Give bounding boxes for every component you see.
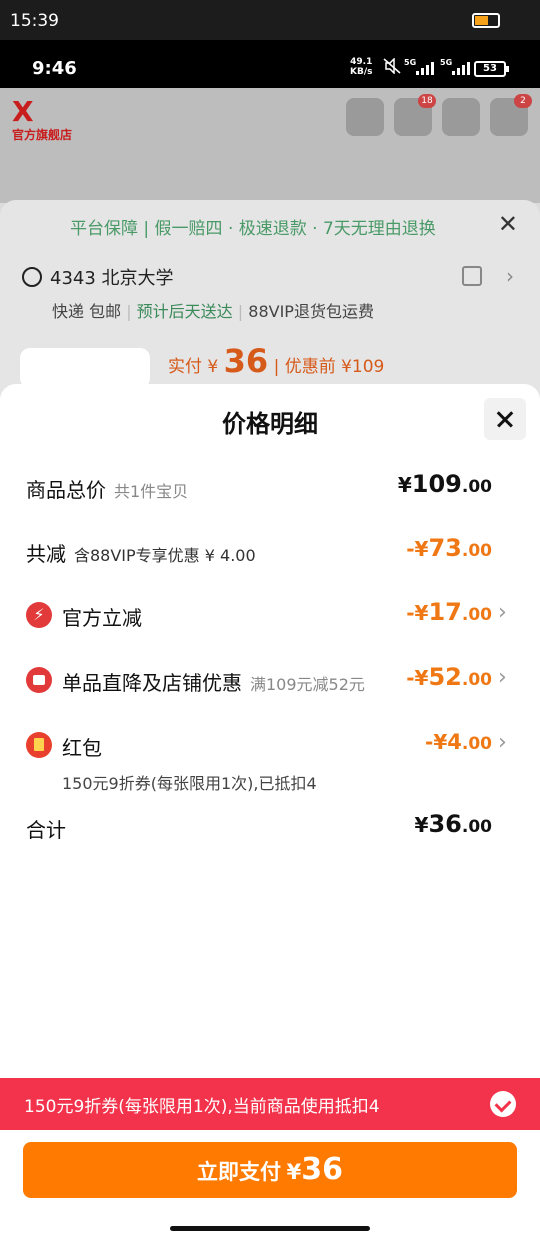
reduction-amount: -¥73.00 xyxy=(406,534,492,562)
location-pin-icon xyxy=(22,267,42,287)
shipping-method: 快递 包邮 xyxy=(52,302,122,321)
sim2-label: 5G xyxy=(440,58,453,67)
chevron-right-icon: › xyxy=(498,665,507,690)
speed-unit: KB/s xyxy=(350,67,373,77)
amount-dec: .00 xyxy=(461,605,492,625)
currency: -¥ xyxy=(406,666,429,690)
share-icon[interactable] xyxy=(346,98,384,136)
currency: ¥ xyxy=(414,813,429,837)
amount-dec: .00 xyxy=(461,817,492,837)
address-text: 4343 北京大学 xyxy=(50,268,174,289)
amount-dec: .00 xyxy=(461,670,492,690)
cart-badge: 18 xyxy=(418,94,436,108)
network-speed: 49.1 KB/s xyxy=(350,57,372,77)
currency: -¥ xyxy=(406,601,429,625)
outer-clock: 15:39 xyxy=(10,11,59,31)
red-packet-label: 红包 xyxy=(62,736,102,760)
top-action-icons: 18 2 xyxy=(346,94,532,136)
coupon-banner[interactable]: 150元9折券(每张限用1次),当前商品使用抵扣4 xyxy=(0,1078,540,1130)
home-indicator[interactable] xyxy=(170,1226,370,1231)
amount-dec: .00 xyxy=(461,734,492,754)
mute-icon xyxy=(383,58,401,74)
row-label: 共减 含88VIP专享优惠 ¥ 4.00 xyxy=(26,538,256,567)
total-sub: 共1件宝贝 xyxy=(114,482,189,501)
shipping-info: 快递 包邮 | 预计后天送达 | 88VIP退货包运费 xyxy=(52,302,374,321)
store-discount-amount: -¥52.00 xyxy=(406,663,492,691)
amount-int: 4 xyxy=(447,730,462,754)
red-packet-icon xyxy=(26,732,52,758)
product-thumbnail xyxy=(20,348,150,388)
currency: -¥ xyxy=(425,730,448,754)
sim1-label: 5G xyxy=(404,58,417,67)
total-amount: ¥109.00 xyxy=(398,470,492,498)
phone-status-bar: 9:46 49.1 KB/s 5G 5G 53 xyxy=(0,40,540,88)
currency: ¥ xyxy=(397,473,412,497)
check-icon[interactable] xyxy=(490,1091,516,1117)
sum-label: 合计 xyxy=(26,818,66,842)
pay-now-button[interactable]: 立即支付 ¥36 xyxy=(23,1142,517,1198)
amount-int: 109 xyxy=(411,470,462,498)
delivery-estimate: 预计后天送达 xyxy=(136,302,233,321)
amount-dec: .00 xyxy=(461,541,492,561)
pay-button-currency: ¥ xyxy=(286,1160,302,1184)
outer-battery-icon xyxy=(472,13,500,28)
pay-before: | 优惠前 ¥109 xyxy=(273,357,385,377)
currency: -¥ xyxy=(406,537,429,561)
reduction-sub: 含88VIP专享优惠 ¥ 4.00 xyxy=(74,546,256,565)
address-chevron-icon: › xyxy=(506,264,514,288)
phone-battery-icon: 53 xyxy=(474,61,509,77)
price-row-sum: 合计 ¥36.00 xyxy=(0,810,540,844)
message-badge: 2 xyxy=(514,94,532,108)
store-discount-sub: 满109元减52元 xyxy=(250,675,365,694)
lightning-icon: ⚡ xyxy=(26,602,52,628)
amount-dec: .00 xyxy=(461,477,492,497)
store-logo: X 官方旗舰店 xyxy=(12,95,73,143)
close-icon[interactable] xyxy=(484,398,526,440)
chevron-right-icon: › xyxy=(498,730,507,755)
speed-value: 49.1 xyxy=(350,57,373,67)
official-discount-label: 官方立减 xyxy=(62,606,142,630)
price-row-official-discount[interactable]: ⚡ 官方立减 -¥17.00 › xyxy=(0,598,540,632)
total-label: 商品总价 xyxy=(26,478,106,502)
reduction-label: 共减 xyxy=(26,542,66,566)
price-row-total: 商品总价 共1件宝贝 ¥109.00 xyxy=(0,470,540,504)
signal-sim2-icon: 5G xyxy=(440,58,470,76)
guarantee-text: 平台保障 | 假一赔四 · 极速退款 · 7天无理由退换 xyxy=(70,219,436,239)
red-packet-amount: -¥4.00 xyxy=(425,730,492,754)
return-fee: 88VIP退货包运费 xyxy=(248,302,374,321)
amount-int: 36 xyxy=(428,810,462,838)
coupon-note: 150元9折券(每张限用1次),已抵扣4 xyxy=(62,774,317,793)
price-row-store-discount[interactable]: 单品直降及店铺优惠 满109元减52元 -¥52.00 › xyxy=(0,663,540,697)
store-discount-label-group: 单品直降及店铺优惠 满109元减52元 xyxy=(62,667,365,696)
pay-summary: 实付 ¥ 36 | 优惠前 ¥109 xyxy=(168,342,384,380)
pay-button-content: 立即支付 ¥36 xyxy=(23,1152,517,1187)
amount-int: 73 xyxy=(428,534,462,562)
cart-icon[interactable]: 18 xyxy=(394,94,436,136)
pay-button-amount: 36 xyxy=(301,1152,343,1187)
coupon-banner-text: 150元9折券(每张限用1次),当前商品使用抵扣4 xyxy=(24,1097,380,1117)
message-icon[interactable]: 2 xyxy=(490,94,532,136)
store-icon xyxy=(26,667,52,693)
chevron-right-icon: › xyxy=(498,600,507,625)
row-label: 商品总价 共1件宝贝 xyxy=(26,474,188,503)
store-logo-text: 官方旗舰店 xyxy=(12,128,73,142)
star-icon[interactable] xyxy=(442,98,480,136)
address[interactable]: 4343 北京大学 xyxy=(22,264,174,290)
store-discount-label: 单品直降及店铺优惠 xyxy=(62,671,242,695)
pay-button-label: 立即支付 xyxy=(197,1160,282,1184)
official-discount-amount: -¥17.00 xyxy=(406,598,492,626)
sheet-close-icon[interactable]: ✕ xyxy=(498,210,518,238)
amount-int: 17 xyxy=(428,598,462,626)
price-row-reduction: 共减 含88VIP专享优惠 ¥ 4.00 -¥73.00 xyxy=(0,534,540,568)
amount-int: 52 xyxy=(428,663,462,691)
signal-sim1-icon: 5G xyxy=(404,58,434,76)
pay-prefix: 实付 ¥ xyxy=(168,357,219,377)
price-row-red-packet[interactable]: 红包 -¥4.00 › xyxy=(0,728,540,762)
sum-amount: ¥36.00 xyxy=(415,810,492,838)
phone-clock: 9:46 xyxy=(32,58,77,79)
edit-icon[interactable] xyxy=(462,266,482,286)
modal-title: 价格明细 xyxy=(222,410,318,438)
pay-amount: 36 xyxy=(223,342,269,380)
outer-status-bar: 15:39 xyxy=(0,0,540,40)
